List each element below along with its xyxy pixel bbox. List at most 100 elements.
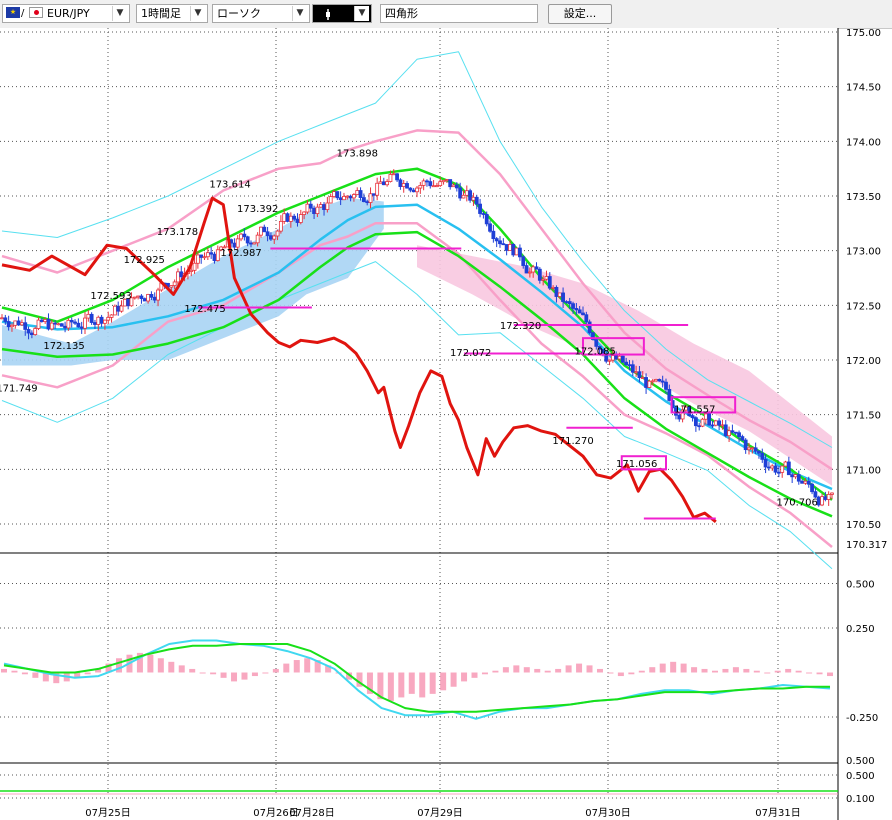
price-annotation: 172.987 <box>220 248 261 259</box>
osc-tick-label: 0.100 <box>846 794 875 805</box>
candle-body <box>624 361 629 366</box>
timeframe-select[interactable]: 1時間足 ▼ <box>136 4 208 23</box>
settings-button[interactable]: 設定... <box>548 4 612 24</box>
candle-body <box>577 309 582 314</box>
candle-body <box>212 253 217 261</box>
candle-body <box>793 474 798 478</box>
candle-body <box>298 214 303 223</box>
symbol-select[interactable]: ★ / EUR/JPY ▼ <box>2 4 130 23</box>
candle-body <box>431 185 436 188</box>
price-annotation: 172.072 <box>450 348 491 359</box>
macd-bar <box>680 663 687 673</box>
candle-body <box>630 364 635 373</box>
candle-body <box>438 181 443 187</box>
candle-body <box>338 197 343 201</box>
macd-bar <box>11 670 18 673</box>
macd-bar <box>272 668 279 673</box>
candle-body <box>657 379 662 382</box>
candle-body <box>272 235 277 240</box>
candle-body <box>46 319 51 330</box>
chart-type-select[interactable]: ローソク ▼ <box>212 4 310 23</box>
chevron-down-icon[interactable]: ▼ <box>292 6 307 21</box>
price-annotation: 171.749 <box>0 383 38 394</box>
macd-bar <box>649 667 656 673</box>
candle-body <box>305 203 310 213</box>
price-annotation: 171.557 <box>674 404 715 415</box>
signal-line <box>3 643 830 713</box>
macd-bar <box>1 668 7 673</box>
macd-bar <box>638 670 645 673</box>
chevron-down-icon[interactable]: ▼ <box>190 6 205 21</box>
macd-bar <box>544 670 551 673</box>
macd-bar <box>785 668 792 673</box>
candle-body <box>531 266 536 273</box>
candle-body <box>106 316 111 321</box>
candle-body <box>156 289 160 301</box>
shape-label: 四角形 <box>385 7 418 20</box>
macd-bar <box>764 672 771 674</box>
macd-bar <box>513 665 520 673</box>
candle-body <box>39 319 44 323</box>
candle-body <box>750 447 755 450</box>
macd-bar <box>617 672 624 677</box>
candle-body <box>697 425 702 428</box>
price-tick-label: 170.50 <box>846 520 881 531</box>
price-tick-label: 172.50 <box>846 301 881 312</box>
candle-body <box>242 233 247 238</box>
price-tick-label: 171.00 <box>846 465 881 476</box>
candle-body <box>66 319 71 329</box>
chevron-down-icon[interactable]: ▼ <box>112 6 127 21</box>
candle-body <box>342 196 346 201</box>
chevron-down-icon[interactable]: ▼ <box>354 6 369 21</box>
candle-body <box>581 312 585 316</box>
candle-body <box>720 424 725 427</box>
candle-body <box>826 493 831 500</box>
macd-bar <box>84 672 91 675</box>
candle-body <box>557 292 562 297</box>
candle-body <box>6 321 11 328</box>
candle-body <box>564 301 569 303</box>
candle-body <box>232 242 237 248</box>
candle-body <box>717 420 722 426</box>
candle-body <box>820 496 824 506</box>
price-tick-label: 175.00 <box>846 28 881 39</box>
candle-body <box>491 230 496 240</box>
macd-bar <box>816 672 823 675</box>
candle-body <box>23 322 28 330</box>
candle-body <box>275 230 280 237</box>
candle-body <box>109 314 114 318</box>
candle-body <box>312 207 316 214</box>
macd-bar <box>189 668 196 673</box>
draw-tool-select[interactable]: ▼ <box>312 4 372 23</box>
candle-body <box>139 295 144 299</box>
candle-body <box>478 203 482 214</box>
shape-field[interactable]: 四角形 <box>380 4 538 23</box>
candle-body <box>498 240 502 245</box>
macd-bar <box>481 672 488 675</box>
candle-body <box>249 242 253 245</box>
macd-tick-label: -0.250 <box>846 713 878 724</box>
macd-bar <box>576 663 583 673</box>
macd-bar <box>774 670 781 673</box>
candle-body <box>302 211 307 215</box>
candle-body <box>627 364 632 367</box>
macd-bar <box>450 672 457 687</box>
candle-body <box>760 452 765 460</box>
candle-body <box>534 266 539 270</box>
macd-bar <box>387 672 394 701</box>
candle-body <box>428 181 433 187</box>
candle-body <box>541 278 546 281</box>
candle-body <box>461 194 466 199</box>
candle-body <box>508 244 512 251</box>
chart-type-label: ローソク <box>217 7 261 20</box>
candle-body <box>33 328 38 335</box>
macd-bar <box>753 670 760 673</box>
candle-body <box>262 226 267 233</box>
candle-body <box>481 213 486 215</box>
candle-body <box>245 236 250 244</box>
candle-body <box>239 233 243 240</box>
candle-body <box>332 191 336 197</box>
candle-body <box>551 286 556 289</box>
candle-body <box>690 415 695 419</box>
macd-bar <box>199 672 206 674</box>
